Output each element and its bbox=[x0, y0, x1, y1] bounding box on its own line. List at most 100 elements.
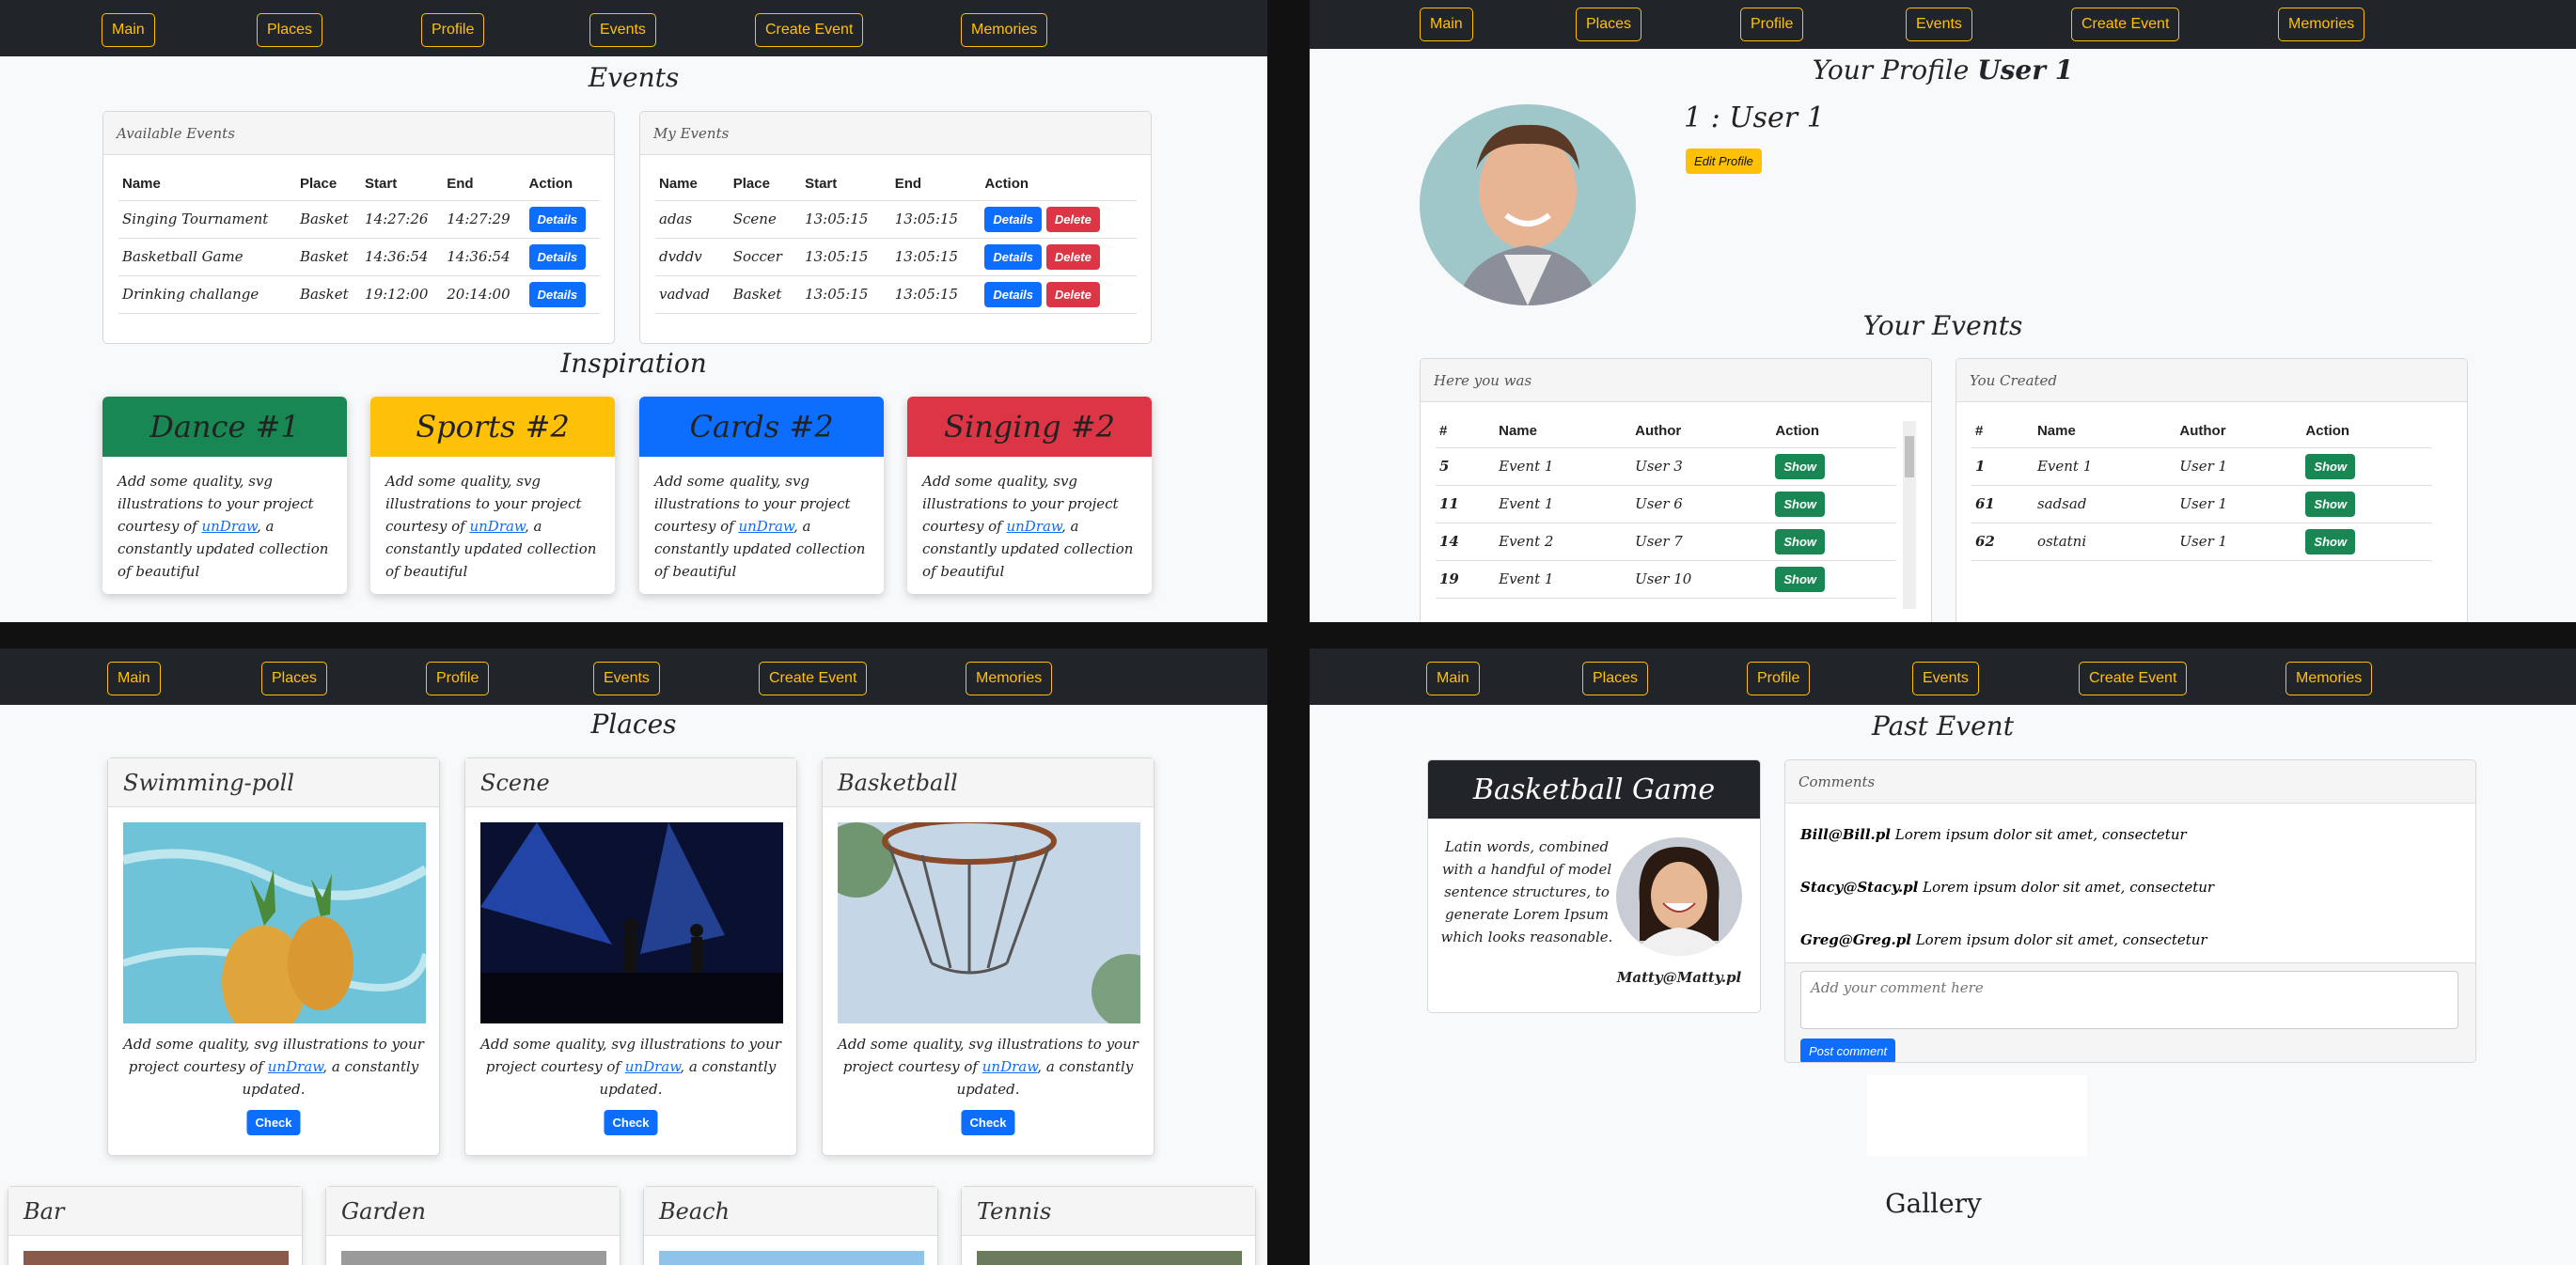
nav-places[interactable]: Places bbox=[1582, 662, 1649, 695]
comments-card: Comments Bill@Bill.pl Lorem ipsum dolor … bbox=[1784, 759, 2476, 1063]
nav-events[interactable]: Events bbox=[589, 13, 656, 47]
cell: 19:12:00 bbox=[361, 275, 444, 314]
details-button[interactable]: Details bbox=[984, 206, 1043, 232]
card-text: Add some quality, svg illustrations to y… bbox=[639, 457, 884, 594]
nav-create-event[interactable]: Create Event bbox=[755, 13, 864, 47]
place-card: Scene Add some quality, svg illustration… bbox=[464, 757, 797, 1156]
check-button[interactable]: Check bbox=[604, 1110, 658, 1135]
cell: Basket bbox=[295, 275, 362, 314]
delete-button[interactable]: Delete bbox=[1045, 281, 1100, 307]
post-comment-button[interactable]: Post comment bbox=[1800, 1039, 1896, 1062]
delete-button[interactable]: Delete bbox=[1045, 243, 1100, 270]
cell: User 1 bbox=[2175, 485, 2302, 523]
cell: 13:05:15 bbox=[890, 275, 982, 314]
place-title: Swimming-poll bbox=[108, 758, 439, 807]
nav-memories[interactable]: Memories bbox=[961, 13, 1048, 47]
nav-places[interactable]: Places bbox=[261, 662, 328, 695]
show-button[interactable]: Show bbox=[2305, 491, 2356, 517]
card-title: Available Events bbox=[103, 112, 614, 155]
nav-events[interactable]: Events bbox=[1912, 662, 1979, 695]
event-card: Basketball Game Latin words, combined wi… bbox=[1427, 759, 1761, 1013]
nav-events[interactable]: Events bbox=[593, 662, 660, 695]
nav-memories[interactable]: Memories bbox=[2285, 662, 2373, 695]
delete-button[interactable]: Delete bbox=[1045, 206, 1100, 232]
nav-main[interactable]: Main bbox=[1420, 8, 1473, 41]
nav-places[interactable]: Places bbox=[257, 13, 323, 47]
comment-input[interactable] bbox=[1800, 971, 2458, 1029]
nav-memories[interactable]: Memories bbox=[2278, 8, 2365, 41]
navbar: Main Places Profile Events Create Event … bbox=[1310, 648, 2576, 705]
card-title: Singing #2 bbox=[907, 397, 1152, 457]
comment-user: Greg@Greg.pl bbox=[1800, 931, 1911, 948]
page-title: Your Profile User 1 bbox=[1310, 55, 2576, 86]
gallery-placeholder bbox=[1867, 1075, 2087, 1156]
card-text: Add some quality, svg illustrations to y… bbox=[370, 457, 615, 594]
card-title: Sports #2 bbox=[370, 397, 615, 457]
show-button[interactable]: Show bbox=[1775, 566, 1825, 592]
navbar: Main Places Profile Events Create Event … bbox=[1310, 0, 2576, 49]
col-action: Action bbox=[981, 168, 1137, 201]
gallery-title-text: Gallery bbox=[1885, 1188, 1982, 1219]
undraw-link[interactable]: unDraw bbox=[982, 1058, 1038, 1075]
nav-places[interactable]: Places bbox=[1576, 8, 1642, 41]
nav-main[interactable]: Main bbox=[1426, 662, 1480, 695]
col-action: Action bbox=[2301, 415, 2432, 448]
undraw-link[interactable]: unDraw bbox=[1006, 518, 1061, 535]
table-row: Singing Tournament Basket 14:27:26 14:27:29… bbox=[118, 200, 600, 239]
card-title: Dance #1 bbox=[102, 397, 347, 457]
places-screen: Main Places Profile Events Create Event … bbox=[0, 648, 1267, 1265]
cell: User 6 bbox=[1631, 485, 1772, 523]
place-title: Scene bbox=[465, 758, 796, 807]
show-button[interactable]: Show bbox=[2305, 528, 2356, 554]
nav-create-event[interactable]: Create Event bbox=[2079, 662, 2188, 695]
details-button[interactable]: Details bbox=[984, 281, 1043, 307]
undraw-link[interactable]: unDraw bbox=[268, 1058, 323, 1075]
your-events-title: Your Events bbox=[1862, 310, 2023, 341]
scrollbar[interactable] bbox=[1903, 421, 1916, 609]
undraw-link[interactable]: unDraw bbox=[469, 518, 525, 535]
cell: User 1 bbox=[2175, 447, 2302, 486]
check-button[interactable]: Check bbox=[961, 1110, 1015, 1135]
show-button[interactable]: Show bbox=[1775, 491, 1825, 517]
event-description: Latin words, combined with a handful of … bbox=[1440, 838, 1613, 945]
table-row: 19 Event 1 User 10 Show bbox=[1436, 560, 1896, 599]
avatar bbox=[1616, 837, 1742, 956]
cell: 13:05:15 bbox=[801, 238, 891, 276]
nav-profile[interactable]: Profile bbox=[426, 662, 490, 695]
card-title: Comments bbox=[1785, 760, 2475, 804]
nav-events[interactable]: Events bbox=[1906, 8, 1972, 41]
col-action: Action bbox=[525, 168, 600, 201]
show-button[interactable]: Show bbox=[1775, 453, 1825, 479]
nav-profile[interactable]: Profile bbox=[1747, 662, 1811, 695]
nav-profile[interactable]: Profile bbox=[1740, 8, 1804, 41]
basketball-hoop-image bbox=[838, 822, 1140, 1023]
col-action: Action bbox=[1771, 415, 1896, 448]
show-button[interactable]: Show bbox=[2305, 453, 2356, 479]
cell: ostatni bbox=[2033, 523, 2176, 561]
undraw-link[interactable]: unDraw bbox=[738, 518, 793, 535]
nav-memories[interactable]: Memories bbox=[966, 662, 1053, 695]
card-title: You Created bbox=[1956, 359, 2467, 402]
cell: 13:05:15 bbox=[801, 200, 891, 239]
nav-main[interactable]: Main bbox=[107, 662, 161, 695]
table-row: 61 sadsad User 1 Show bbox=[1971, 485, 2432, 523]
details-button[interactable]: Details bbox=[528, 281, 587, 307]
edit-profile-button[interactable]: Edit Profile bbox=[1686, 148, 1762, 174]
cell: User 3 bbox=[1631, 447, 1772, 486]
nav-create-event[interactable]: Create Event bbox=[759, 662, 868, 695]
table-row: 62 ostatni User 1 Show bbox=[1971, 523, 2432, 561]
details-button[interactable]: Details bbox=[528, 206, 587, 232]
show-button[interactable]: Show bbox=[1775, 528, 1825, 554]
nav-profile[interactable]: Profile bbox=[421, 13, 485, 47]
table-row: 1 Event 1 User 1 Show bbox=[1971, 447, 2432, 486]
event-author: Matty@Matty.pl bbox=[1616, 969, 1742, 986]
check-button[interactable]: Check bbox=[246, 1110, 301, 1135]
nav-main[interactable]: Main bbox=[102, 13, 155, 47]
nav-create-event[interactable]: Create Event bbox=[2071, 8, 2180, 41]
cell: Soccer bbox=[729, 238, 802, 276]
undraw-link[interactable]: unDraw bbox=[201, 518, 257, 535]
details-button[interactable]: Details bbox=[984, 243, 1043, 270]
undraw-link[interactable]: unDraw bbox=[625, 1058, 681, 1075]
cell: Basketball Game bbox=[118, 238, 296, 276]
details-button[interactable]: Details bbox=[528, 243, 587, 270]
